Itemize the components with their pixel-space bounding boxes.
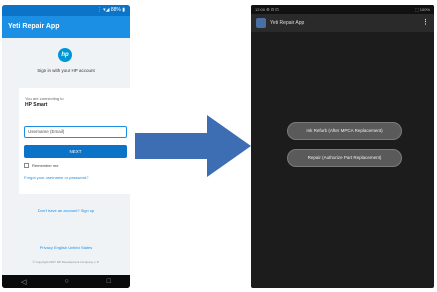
- login-card: You are connecting to HP Smart Username …: [19, 88, 130, 194]
- back-icon[interactable]: ◁: [21, 278, 26, 286]
- username-input[interactable]: Username (Email): [24, 126, 127, 138]
- recents-icon[interactable]: □: [107, 278, 111, 285]
- hp-login-phone: ⋮ ▾◢ 88% ▮ Yeti Repair App hp Sign in wi…: [2, 5, 130, 288]
- app-bar: Yeti Repair App ⋮: [251, 14, 434, 32]
- remember-me-label: Remember me: [32, 163, 59, 168]
- overflow-menu-icon[interactable]: ⋮: [422, 14, 429, 32]
- forgot-credentials-link[interactable]: Forgot your username or password?: [24, 175, 88, 180]
- repair-app-phone: 12:00 ⚙ ⊡ ⊡ ⬚ 100% Yeti Repair App ⋮ Ink…: [251, 5, 434, 288]
- arrow-right-icon: [135, 115, 251, 177]
- navigation-bar: ◁ ○ □: [2, 275, 130, 288]
- status-left: 12:00 ⚙ ⊡ ⊡: [255, 7, 279, 12]
- remember-me-row[interactable]: Remember me: [24, 163, 58, 168]
- status-bar: ⋮ ▾◢ 88% ▮: [2, 5, 130, 16]
- signin-heading: Sign in with your HP account: [37, 68, 95, 73]
- status-indicators: ⋮ ▾◢ 88% ▮: [96, 7, 125, 13]
- connecting-label: You are connecting to: [25, 96, 64, 101]
- next-button[interactable]: NEXT: [24, 145, 127, 158]
- copyright-text: © Copyright 2017 HP Development Company,…: [32, 260, 100, 264]
- app-title: Yeti Repair App: [270, 20, 305, 26]
- signup-link[interactable]: Don't have an account? Sign up: [2, 208, 130, 213]
- login-body: hp Sign in with your HP account You are …: [2, 38, 130, 275]
- status-right: ⬚ 100%: [414, 7, 430, 12]
- app-icon: [256, 18, 266, 28]
- home-icon[interactable]: ○: [64, 278, 68, 285]
- app-bar-title: Yeti Repair App: [2, 16, 130, 38]
- privacy-link[interactable]: Privacy English United States: [2, 245, 130, 250]
- remember-me-checkbox[interactable]: [24, 163, 29, 168]
- hp-logo: hp: [58, 48, 72, 62]
- ink-refurb-button[interactable]: Ink Refurb (After MPCA Replacement): [287, 122, 402, 140]
- repair-button[interactable]: Repair (Authorize Part Replacement): [287, 149, 402, 167]
- app-name-label: HP Smart: [25, 102, 48, 108]
- status-bar: 12:00 ⚙ ⊡ ⊡ ⬚ 100%: [251, 5, 434, 14]
